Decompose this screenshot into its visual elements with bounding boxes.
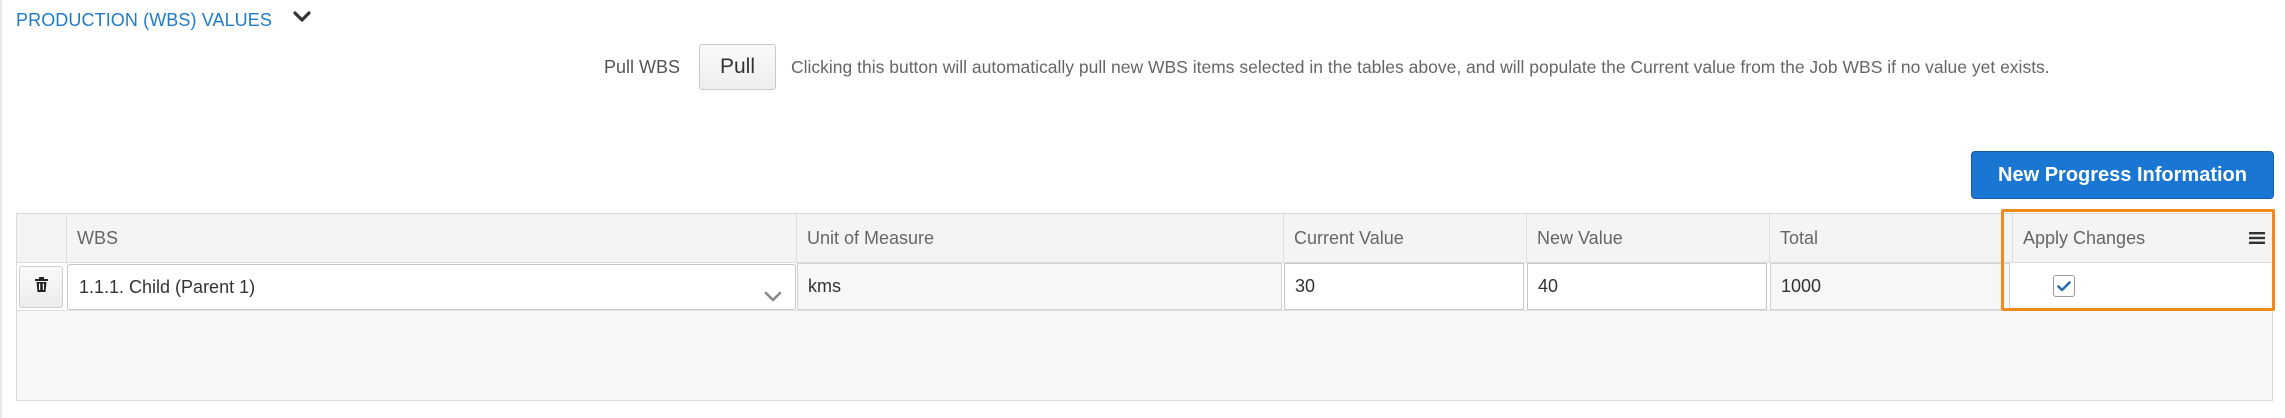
page: PRODUCTION (WBS) VALUES Pull WBS Pull Cl…: [0, 0, 2285, 418]
column-header-apply-changes[interactable]: Apply Changes: [2012, 214, 2272, 262]
column-header-new-value[interactable]: New Value: [1526, 214, 1769, 262]
column-header-wbs[interactable]: WBS: [66, 214, 796, 262]
grid-header: WBS Unit of Measure Current Value New Va…: [17, 214, 2272, 263]
current-value-input[interactable]: 30: [1284, 263, 1524, 310]
unit-of-measure-value: kms: [797, 263, 1282, 310]
new-value-input[interactable]: 40: [1527, 263, 1767, 310]
total-value: 1000: [1770, 263, 2010, 310]
chevron-down-icon: [763, 278, 783, 302]
column-header-current-value[interactable]: Current Value: [1283, 214, 1526, 262]
pull-wbs-label: Pull WBS: [604, 57, 681, 77]
apply-changes-checkbox[interactable]: [2053, 275, 2075, 297]
section-header: PRODUCTION (WBS) VALUES: [16, 6, 316, 34]
wbs-select[interactable]: 1.1.1. Child (Parent 1): [67, 264, 796, 310]
column-header-total[interactable]: Total: [1769, 214, 2012, 262]
checkmark-icon: [2057, 280, 2071, 291]
table-row: 1.1.1. Child (Parent 1) kms 30 40 1000: [17, 263, 2272, 311]
pull-button[interactable]: Pull: [699, 44, 776, 90]
column-header-unit-of-measure[interactable]: Unit of Measure: [796, 214, 1283, 262]
section-title[interactable]: PRODUCTION (WBS) VALUES: [16, 10, 272, 31]
delete-row-button[interactable]: [19, 266, 63, 308]
wbs-select-value: 1.1.1. Child (Parent 1): [79, 277, 256, 297]
new-progress-information-button[interactable]: New Progress Information: [1971, 151, 2274, 199]
pull-help-text: Clicking this button will automatically …: [791, 57, 2050, 77]
wbs-values-grid: WBS Unit of Measure Current Value New Va…: [16, 213, 2273, 401]
hamburger-menu-icon[interactable]: [2246, 226, 2268, 250]
trash-icon: [34, 277, 48, 297]
page-left-border: [0, 0, 2, 418]
chevron-down-icon[interactable]: [288, 3, 316, 31]
